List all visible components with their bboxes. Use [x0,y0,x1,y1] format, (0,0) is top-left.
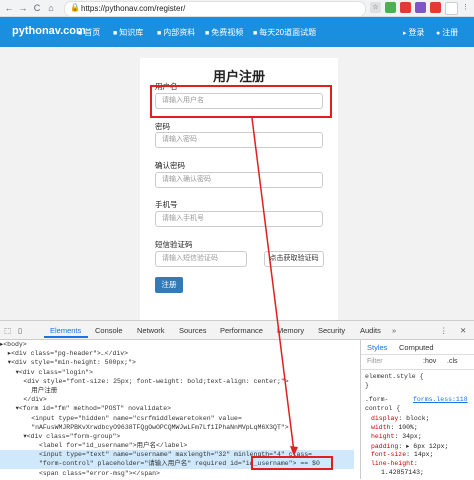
material-icon: ■ [157,30,162,37]
nav-item-home[interactable]: ■ 首页 [78,27,100,38]
home-icon: ■ [78,30,83,37]
nav-item-video[interactable]: ■ 免费视频 [205,27,243,38]
site-brand[interactable]: pythonav.com [12,25,86,37]
confirm-password-input[interactable]: 请输入确认密码 [155,172,323,188]
dom-line[interactable]: ▾<div class="form-group"> [0,432,354,441]
sms-code-input[interactable]: 请输入短信验证码 [155,251,247,267]
password-label: 密码 [155,122,170,131]
css-prop-name[interactable]: height [371,433,394,440]
password-input[interactable]: 请输入密码 [155,132,323,148]
menu-icon[interactable]: ⋮ [460,2,471,13]
devtools-tabbar: ⬚ ▯ Elements Console Network Sources Per… [0,321,474,340]
active-tab-indicator [44,336,88,338]
tab-security[interactable]: Security [318,326,345,335]
profile-icon[interactable] [445,2,458,15]
css-prop-name[interactable]: font-size [371,451,406,458]
styles-tabbar: Styles Computed [361,340,474,355]
sms-code-label: 短信验证码 [155,240,193,249]
css-prop-name[interactable]: padding [371,443,398,450]
confirm-password-label: 确认密码 [155,161,185,170]
styles-filter[interactable]: Filter :hov .cls [361,355,474,370]
hov-toggle[interactable]: :hov [423,358,436,365]
nav-item-knowledge[interactable]: ■ 知识库 [113,27,143,38]
dom-line[interactable]: <span class="error-msg"></span> [0,469,354,478]
tab-sources[interactable]: Sources [179,326,207,335]
login-link[interactable]: ▸ 登录 [403,27,425,38]
register-link[interactable]: ● 注册 [436,27,458,38]
css-prop-name[interactable]: display [371,415,398,422]
lock-icon: 🔒 [70,3,80,12]
css-prop-value[interactable]: 14px; [414,451,434,458]
get-sms-code-button[interactable]: 点击获取验证码 [264,251,324,267]
nav-item-material[interactable]: ■ 内部资料 [157,27,195,38]
user-icon: ● [436,30,441,37]
video-icon: ■ [205,30,210,37]
extension-icon[interactable] [430,2,441,13]
dom-line[interactable]: ▸<body> [0,340,354,349]
knowledge-icon: ■ [113,30,118,37]
dom-line[interactable]: ▾<div style="min-height: 500px;"> [0,358,354,367]
id-username-highlight-box [251,456,333,470]
url-text: https://pythonav.com/register/ [81,4,186,13]
cls-toggle[interactable]: .cls [447,358,458,365]
rule-selector[interactable]: .form- [365,396,388,403]
dom-line[interactable]: <label for="id_username">用户名</label> [0,441,354,450]
extension-icon[interactable] [415,2,426,13]
bookmark-icon[interactable]: ☆ [370,2,381,13]
close-icon[interactable]: ✕ [460,326,466,335]
settings-icon[interactable]: ⋮ [440,326,448,335]
css-prop-value[interactable]: block; [406,415,429,422]
css-prop-name[interactable]: line-height [371,460,414,467]
css-prop-name[interactable]: width [371,424,391,431]
device-icon[interactable]: ▯ [18,326,22,335]
address-bar[interactable]: 🔒 https://pythonav.com/register/ [64,1,366,17]
home-icon[interactable]: ⌂ [45,2,57,14]
reload-icon[interactable]: C [31,2,43,14]
username-highlight-box [150,85,332,118]
phone-input[interactable]: 请输入手机号 [155,211,323,227]
close-brace: } [365,382,369,389]
tab-styles[interactable]: Styles [367,343,387,352]
dom-line[interactable]: ▾<div class="login"> [0,368,354,377]
css-prop-value[interactable]: 34px; [402,433,422,440]
inspect-icon[interactable]: ⬚ [4,326,11,335]
site-navbar: pythonav.com ■ 首页 ■ 知识库 ■ 内部资料 ■ 免费视频 ■ 每天20道… [0,17,474,47]
dom-line[interactable]: <input type="hidden" name="csrfmiddlewar… [0,414,354,423]
filter-input[interactable]: Filter [367,358,383,365]
rule-selector-cont: control { [365,405,401,412]
rule-source-link[interactable]: forms.less:118 [413,396,468,403]
extension-icon[interactable] [400,2,411,13]
nav-item-interview[interactable]: ■ 每天20道面试题 [253,27,316,38]
dom-line[interactable]: ▾<form id="fm" method="POST" novalidate> [0,404,354,413]
back-icon[interactable]: ← [3,2,15,14]
browser-toolbar: ← → C ⌂ 🔒 https://pythonav.com/register/… [0,0,474,17]
dom-line[interactable]: "nAFusWMJRPBKvXrwdbcyO9638TFQgOwOPCQMWJw… [0,423,354,432]
tab-performance[interactable]: Performance [220,326,263,335]
tab-network[interactable]: Network [137,326,165,335]
css-prop-value[interactable]: ▸ 6px 12px; [406,443,448,450]
extension-icon[interactable] [385,2,396,13]
dom-line[interactable]: 用户注册 [0,386,354,395]
phone-label: 手机号 [155,200,178,209]
login-icon: ▸ [403,30,407,37]
tab-memory[interactable]: Memory [277,326,304,335]
tab-elements[interactable]: Elements [50,326,81,335]
dom-line[interactable]: ▸<div class="pg-header">…</div> [0,349,354,358]
forward-icon[interactable]: → [17,2,29,14]
styles-pane: Styles Computed Filter :hov .cls element… [360,340,474,479]
more-tabs-icon[interactable]: » [392,326,396,335]
tab-audits[interactable]: Audits [360,326,381,335]
tab-console[interactable]: Console [95,326,123,335]
dom-line[interactable]: <div style="font-size: 25px; font-weight… [0,377,354,386]
dom-line[interactable]: </div> [0,395,354,404]
register-button[interactable]: 注册 [155,277,183,293]
daily-icon: ■ [253,30,258,37]
tab-computed[interactable]: Computed [399,343,434,352]
element-style-rule[interactable]: element.style { [365,373,424,380]
css-prop-value[interactable]: 100%; [398,424,418,431]
css-prop-value[interactable]: 1.42857143; [381,469,424,476]
